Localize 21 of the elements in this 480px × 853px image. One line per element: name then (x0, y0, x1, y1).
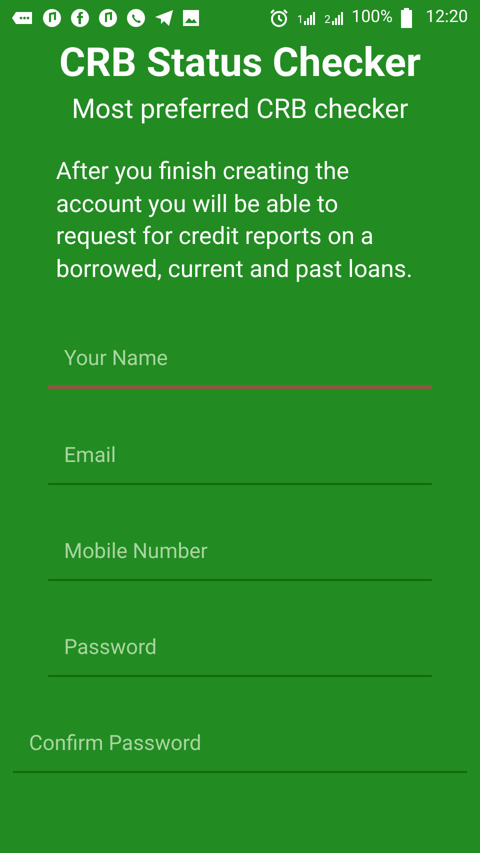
battery-percent: 100% (352, 6, 393, 29)
input-field[interactable]: Password (48, 621, 432, 677)
facebook-icon (70, 8, 90, 28)
image-icon (182, 8, 200, 26)
input-field[interactable]: Email (48, 429, 432, 485)
signal-icon (304, 10, 316, 24)
battery-icon (400, 8, 412, 28)
alarm-clock-icon (269, 8, 290, 28)
sim-label: 2 (324, 14, 331, 24)
app-title: CRB Status Checker (58, 39, 422, 87)
signal-icon (332, 10, 344, 24)
chat-bubble-icon (12, 10, 34, 26)
clock-time: 12:20 (426, 6, 468, 29)
intro-paragraph: After you finish creating the account you will be able to request for credit reports on a borrowed, current and past loans. (56, 156, 414, 284)
app-subtitle: Most preferred CRB checker (70, 92, 410, 127)
phone-icon (126, 8, 146, 28)
input-field[interactable]: Your Name (48, 333, 432, 389)
paper-plane-icon (154, 8, 174, 26)
input-field[interactable]: Confirm Password (13, 717, 467, 773)
input-field[interactable]: Mobile Number (48, 525, 432, 581)
sim-label: 1 (297, 14, 304, 24)
